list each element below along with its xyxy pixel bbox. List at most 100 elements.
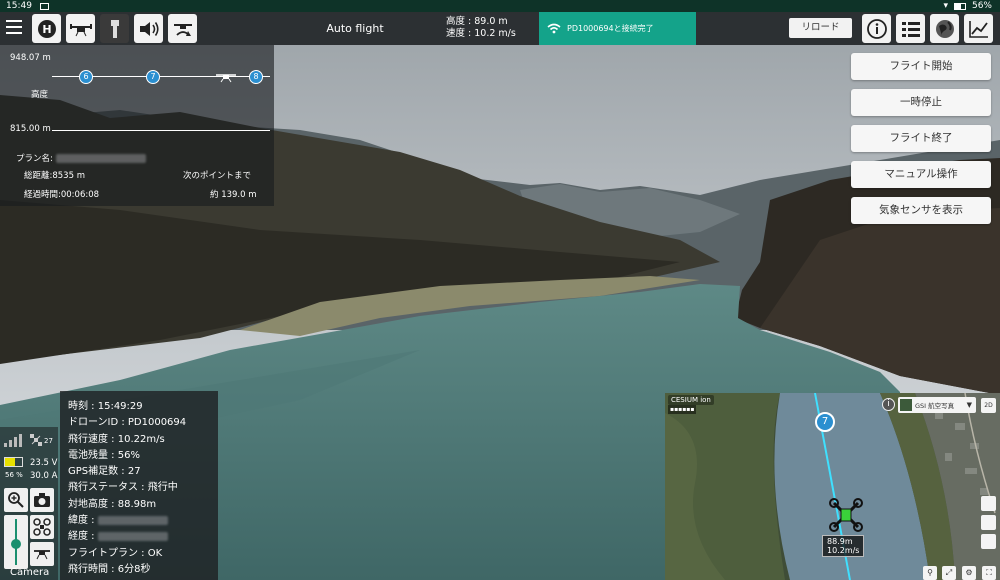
speaker-button[interactable] [134,14,163,43]
drone-status-panel: 時刻 : 15:49:29 ドローンID : PD1000694 飛行速度 : … [60,391,218,580]
connection-status: PD1000694と接続完了 [539,12,696,45]
max-altitude: 948.07 m [10,53,51,63]
signal-strength-icon [4,434,26,447]
zoom-in-icon [8,492,24,508]
altitude-readout: 高度 : 89.0 m [446,16,508,27]
battery-icon [953,2,966,10]
flight-mode-label: Auto flight [326,22,384,35]
start-flight-button[interactable]: フライト開始 [851,53,991,80]
status-drone-id: ドローンID : PD1000694 [68,417,187,429]
cesium-logo: CESIUM ion [668,395,714,405]
gps-count: 27 [44,437,53,445]
total-distance: 総距離:8535 m [24,171,85,181]
return-home-button[interactable] [168,14,197,43]
altitude-profile-panel: 948.07 m 高度 815.00 m 6 7 8 プラン名: 総距離:853… [0,45,274,206]
status-battery: 電池残量 : 56% [68,449,140,461]
map-2d-toggle[interactable]: 2D [981,398,996,413]
drone-position-icon [216,74,236,83]
show-weather-sensor-button[interactable]: 気象センサを表示 [851,197,991,224]
satellite-icon [30,434,42,446]
battery-icon [4,457,23,467]
redacted-plan-name [55,154,146,163]
next-point-distance: 約 139.0 m [210,190,257,200]
info-button[interactable] [862,14,891,43]
waypoint-marker: 8 [249,70,263,84]
map-layer-select[interactable]: GSI 航空写真 ▼ [898,397,976,413]
map-drone-altitude: 88.9m [827,537,853,546]
status-ground-altitude: 対地高度 : 88.98m [68,498,157,510]
camera-icon [34,493,50,507]
chart-icon [968,20,988,38]
menu-icon[interactable] [6,20,22,36]
altitude-speed-readout: 高度 : 89.0 m 速度 : 10.2 m/s [446,16,516,40]
quadcopter-icon [33,518,51,536]
next-point-label: 次のポイントまで [183,171,252,181]
pause-button[interactable]: 一時停止 [851,89,991,116]
redacted-latitude [97,515,168,525]
reload-button[interactable]: リロード [789,18,852,38]
helipad-button[interactable]: H [32,14,61,43]
altitude-baseline [52,130,270,131]
longitude-label: 経度 : [68,531,95,543]
drone-return-icon [173,23,192,36]
redacted-longitude [97,531,168,541]
waypoint-marker: 7 [146,70,160,84]
system-status-bar: 15:49 ▾ 56% [0,0,1000,12]
camera-label: Camera [10,567,50,578]
map-home-button[interactable] [981,496,996,511]
status-flight-time: 飛行時間 : 6分8秒 [68,563,151,575]
flashlight-icon [110,19,119,38]
chevron-down-icon: ▼ [966,401,972,409]
map-settings-icon[interactable]: ⚙ [962,566,976,580]
globe-button[interactable] [930,14,959,43]
camera-shutter-button[interactable] [30,488,54,512]
status-gps: GPS補足数 : 27 [68,466,141,478]
map-attribution: ▪▪▪▪▪▪ [668,405,697,414]
chart-button[interactable] [964,14,993,43]
light-button[interactable] [100,14,129,43]
map-waypoint-marker[interactable]: 7 [815,412,835,432]
telemetry-sidebar: 27 23.5 V 56 % 30.0 A Camera [0,427,58,580]
waypoint-marker: 6 [79,70,93,84]
altitude-axis-label: 高度 [31,90,49,100]
list-button[interactable] [896,14,925,43]
plan-name-label: プラン名: [16,154,53,164]
drone-icon [34,550,50,560]
min-altitude: 815.00 m [10,124,51,134]
current-readout: 30.0 A [30,471,58,481]
layer-thumbnail [900,399,912,411]
helipad-icon: H [37,19,56,38]
battery-percent: 56 % [5,471,23,479]
map-info-icon[interactable]: i [882,398,895,411]
map-drone-label: 88.9m 10.2m/s [822,535,865,557]
map-fullscreen-icon[interactable]: ⛶ [982,566,996,580]
zoom-button[interactable] [4,488,28,512]
drone-button[interactable] [66,14,95,43]
end-flight-button[interactable]: フライト終了 [851,125,991,152]
drone-icon [69,23,92,36]
status-speed: 飛行速度 : 10.22m/s [68,433,165,445]
globe-icon [935,19,954,38]
info-icon [866,18,887,39]
map-zoom-icon[interactable]: ⚲ [923,566,937,580]
drone-view-button[interactable] [30,515,54,539]
status-flight-status: 飛行ステータス : 飛行中 [68,482,178,494]
wifi-icon: ▾ [943,1,948,11]
latitude-label: 緯度 : [68,515,95,527]
status-longitude: 経度 : [68,529,218,545]
mail-icon [39,2,49,10]
voltage-readout: 23.5 V [30,458,58,468]
gimbal-button[interactable] [30,542,54,566]
manual-control-button[interactable]: マニュアル操作 [851,161,991,188]
map-navigate-icon[interactable]: ⤢ [942,566,956,580]
wifi-icon [547,23,561,34]
zoom-slider[interactable] [4,515,28,569]
speed-readout: 速度 : 10.2 m/s [446,28,516,39]
status-latitude: 緯度 : [68,513,218,529]
zoom-slider-handle[interactable] [11,538,21,549]
map-compass-button[interactable] [981,534,996,549]
elapsed-time: 経過時間:00:06:08 [24,190,100,200]
map-layers-button[interactable] [981,515,996,530]
plan-name-row: プラン名: [16,152,146,164]
top-toolbar: H Auto flight 高度 : 89.0 m 速度 : 10.2 m/s … [0,12,1000,45]
